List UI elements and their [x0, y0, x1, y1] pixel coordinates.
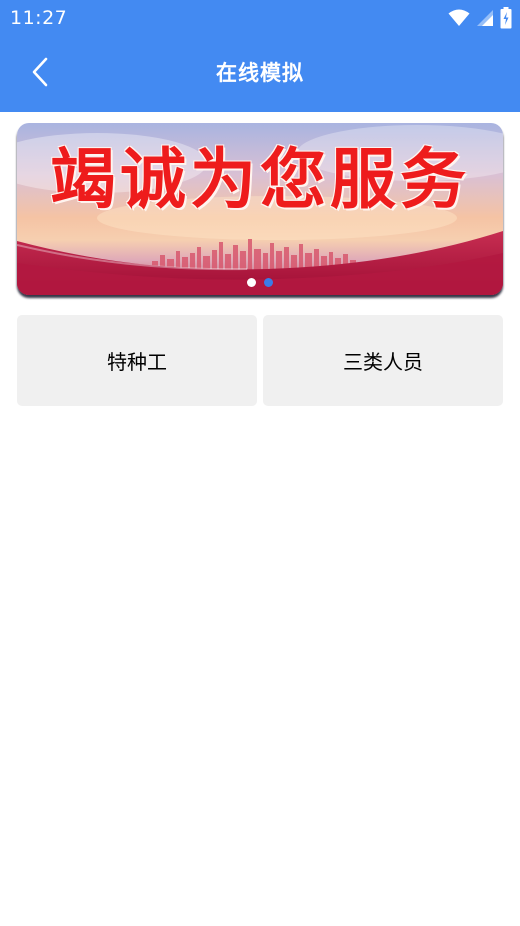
banner-carousel[interactable]: 竭诚为您服务 — [17, 123, 503, 295]
app-bar: 在线模拟 — [0, 36, 520, 112]
battery-icon — [500, 7, 512, 29]
status-time: 11:27 — [10, 7, 68, 29]
status-bar: 11:27 — [0, 0, 520, 36]
carousel-dot-active[interactable] — [264, 278, 273, 287]
carousel-indicator — [17, 278, 503, 287]
carousel-dot[interactable] — [247, 278, 256, 287]
banner-slogan: 竭诚为您服务 — [50, 140, 470, 218]
category-card-three-types-personnel[interactable]: 三类人员 — [263, 315, 503, 406]
category-label: 三类人员 — [343, 350, 423, 374]
category-label: 特种工 — [107, 350, 167, 374]
category-card-special-worker[interactable]: 特种工 — [17, 315, 257, 406]
status-icons — [448, 6, 512, 30]
signal-icon — [476, 9, 494, 27]
wifi-icon — [448, 9, 470, 27]
page-title: 在线模拟 — [216, 61, 304, 85]
